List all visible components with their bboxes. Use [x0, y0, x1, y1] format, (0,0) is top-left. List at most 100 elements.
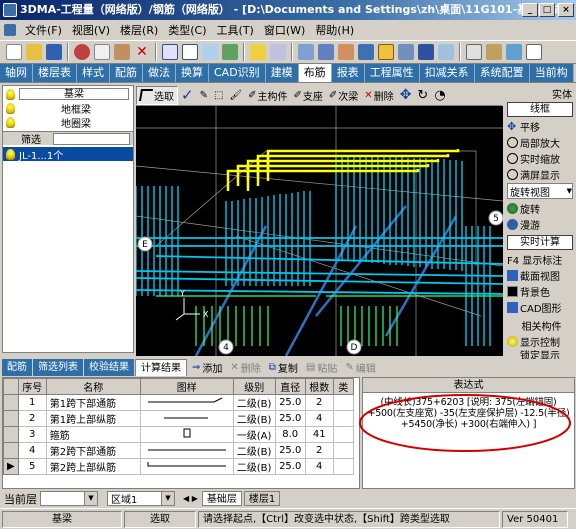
member-type-item[interactable]: 地圈梁: [3, 115, 133, 130]
menu-window[interactable]: 窗口(W): [259, 22, 310, 38]
support-tool[interactable]: ✐ 支座: [291, 86, 326, 105]
paste-button[interactable]: ▤ 粘贴: [302, 359, 341, 376]
rebar-shape[interactable]: [139, 458, 234, 475]
row-number[interactable]: 5: [17, 458, 47, 475]
filter-input[interactable]: [53, 132, 130, 145]
table-row[interactable]: 2 第1跨上部纵筋 二级(B) 25.0 4: [3, 410, 354, 427]
rebar-type[interactable]: [332, 426, 354, 443]
rebar-shape[interactable]: [139, 442, 234, 459]
tool-a-icon[interactable]: [298, 44, 314, 60]
maximize-button[interactable]: □: [539, 3, 555, 17]
tab-module[interactable]: 轴网: [0, 64, 33, 82]
secondary-beam-tool[interactable]: ✐ 次梁: [326, 86, 361, 105]
rotate-view-select[interactable]: 旋转视图 ▼: [507, 183, 573, 199]
rebar-name[interactable]: 第2跨下部通筋: [45, 442, 141, 459]
rebar-diameter[interactable]: 25.0: [274, 410, 306, 427]
rebar-shape[interactable]: [139, 394, 234, 411]
rebar-name[interactable]: 第1跨上部纵筋: [45, 410, 141, 427]
move-icon[interactable]: ✥: [397, 86, 415, 105]
region-select[interactable]: 区域1 ▼: [107, 491, 175, 506]
rebar-type[interactable]: [332, 442, 354, 459]
tab-module[interactable]: 当前构: [529, 64, 574, 82]
tab-check-results[interactable]: 校验结果: [84, 359, 134, 376]
tool-h-icon[interactable]: [438, 44, 454, 60]
delete-tool[interactable]: ✕ 删除: [361, 86, 396, 105]
col-header[interactable]: 级别: [232, 378, 276, 395]
grid2-icon[interactable]: [270, 44, 286, 60]
rebar-name[interactable]: 第2跨上部纵筋: [45, 458, 141, 475]
rebar-type[interactable]: [332, 458, 354, 475]
show-control-button[interactable]: 显示控制: [504, 333, 576, 349]
row-number[interactable]: 2: [17, 410, 47, 427]
brush-icon[interactable]: 🖌: [226, 86, 245, 105]
tool-b-icon[interactable]: [318, 44, 334, 60]
app-icon[interactable]: [3, 3, 17, 17]
col-header[interactable]: 序号: [17, 378, 47, 395]
table-row[interactable]: 4 第2跨下部通筋 二级(B) 25.0 2: [3, 442, 354, 459]
image-icon[interactable]: [202, 44, 218, 60]
open-folder-icon[interactable]: [26, 44, 42, 60]
roam-button[interactable]: 漫游: [504, 216, 576, 232]
rebar-count[interactable]: 2: [304, 442, 334, 459]
col-header[interactable]: 根数: [304, 378, 334, 395]
rebar-grade[interactable]: 一级(A): [232, 426, 276, 443]
floor-tab-1[interactable]: 楼层1: [243, 491, 281, 506]
cad-graphics-button[interactable]: CAD图形: [504, 299, 576, 315]
rebar-count[interactable]: 41: [304, 426, 334, 443]
chart-icon[interactable]: [222, 44, 238, 60]
tool-k-icon[interactable]: [506, 44, 522, 60]
rebar-grade[interactable]: 二级(B): [232, 458, 276, 475]
col-header[interactable]: 名称: [45, 378, 141, 395]
menu-view[interactable]: 视图(V): [67, 22, 115, 38]
add-button[interactable]: ⇒ 添加: [188, 359, 226, 376]
table-row[interactable]: 3 箍筋 一级(A) 8.0 41: [3, 426, 354, 443]
tool-j-icon[interactable]: [486, 44, 502, 60]
tab-module[interactable]: 配筋: [110, 64, 143, 82]
row-marker[interactable]: [3, 442, 19, 459]
tool-f-icon[interactable]: [398, 44, 414, 60]
rebar-type[interactable]: [332, 394, 354, 411]
solid-mode[interactable]: 实体: [504, 85, 576, 101]
menu-tools[interactable]: 工具(T): [212, 22, 259, 38]
tool-g-icon[interactable]: [418, 44, 434, 60]
tab-rebar[interactable]: 配筋: [2, 359, 32, 376]
tool-i-icon[interactable]: [466, 44, 482, 60]
rebar-diameter[interactable]: 8.0: [274, 426, 306, 443]
confirm-check-icon[interactable]: ✓: [178, 86, 197, 105]
col-header[interactable]: 类: [332, 378, 354, 395]
new-file-icon[interactable]: [6, 44, 22, 60]
tab-module[interactable]: 工程属性: [364, 64, 420, 82]
pencil-icon[interactable]: ✎: [197, 86, 211, 105]
col-header[interactable]: 直径: [274, 378, 306, 395]
fit-display-button[interactable]: 满屏显示: [504, 166, 576, 182]
rebar-diameter[interactable]: 25.0: [274, 442, 306, 459]
tab-filter-list[interactable]: 筛选列表: [33, 359, 83, 376]
menu-floor[interactable]: 楼层(R): [115, 22, 163, 38]
nav-arrows-icon[interactable]: ◀ ▶: [183, 494, 198, 503]
copy-button[interactable]: ⧉ 复制: [265, 359, 302, 376]
minimize-button[interactable]: _: [522, 3, 538, 17]
save-icon[interactable]: [46, 44, 62, 60]
table-row[interactable]: ▶ 5 第2跨上部纵筋 二级(B) 25.0 4: [3, 458, 354, 475]
select-tool[interactable]: 选取: [136, 85, 178, 105]
grid-icon[interactable]: [162, 44, 178, 60]
3d-viewport[interactable]: E 5 4 D X Y: [136, 106, 503, 356]
tab-module[interactable]: 楼层表: [33, 64, 77, 82]
rotate-icon[interactable]: ↻: [414, 86, 431, 105]
rebar-name[interactable]: 箍筋: [45, 426, 141, 443]
rebar-count[interactable]: 4: [304, 410, 334, 427]
tab-module[interactable]: 扣减关系: [419, 64, 475, 82]
show-label-toggle[interactable]: F4 显示标注: [504, 251, 576, 267]
tab-calc-results[interactable]: 计算结果: [135, 359, 187, 376]
lock-display-button[interactable]: 锁定显示: [504, 349, 576, 360]
rebar-grade[interactable]: 二级(B): [232, 410, 276, 427]
rebar-count[interactable]: 4: [304, 458, 334, 475]
edit-button[interactable]: ✎ 编辑: [341, 359, 379, 376]
row-number[interactable]: 4: [17, 442, 47, 459]
row-marker[interactable]: [3, 410, 19, 427]
tool-c-icon[interactable]: [338, 44, 354, 60]
row-marker[interactable]: [3, 426, 19, 443]
rotate-button[interactable]: 旋转: [504, 200, 576, 216]
pan-button[interactable]: ✥ 平移: [504, 118, 576, 134]
member-type-item[interactable]: 基梁: [3, 87, 133, 101]
